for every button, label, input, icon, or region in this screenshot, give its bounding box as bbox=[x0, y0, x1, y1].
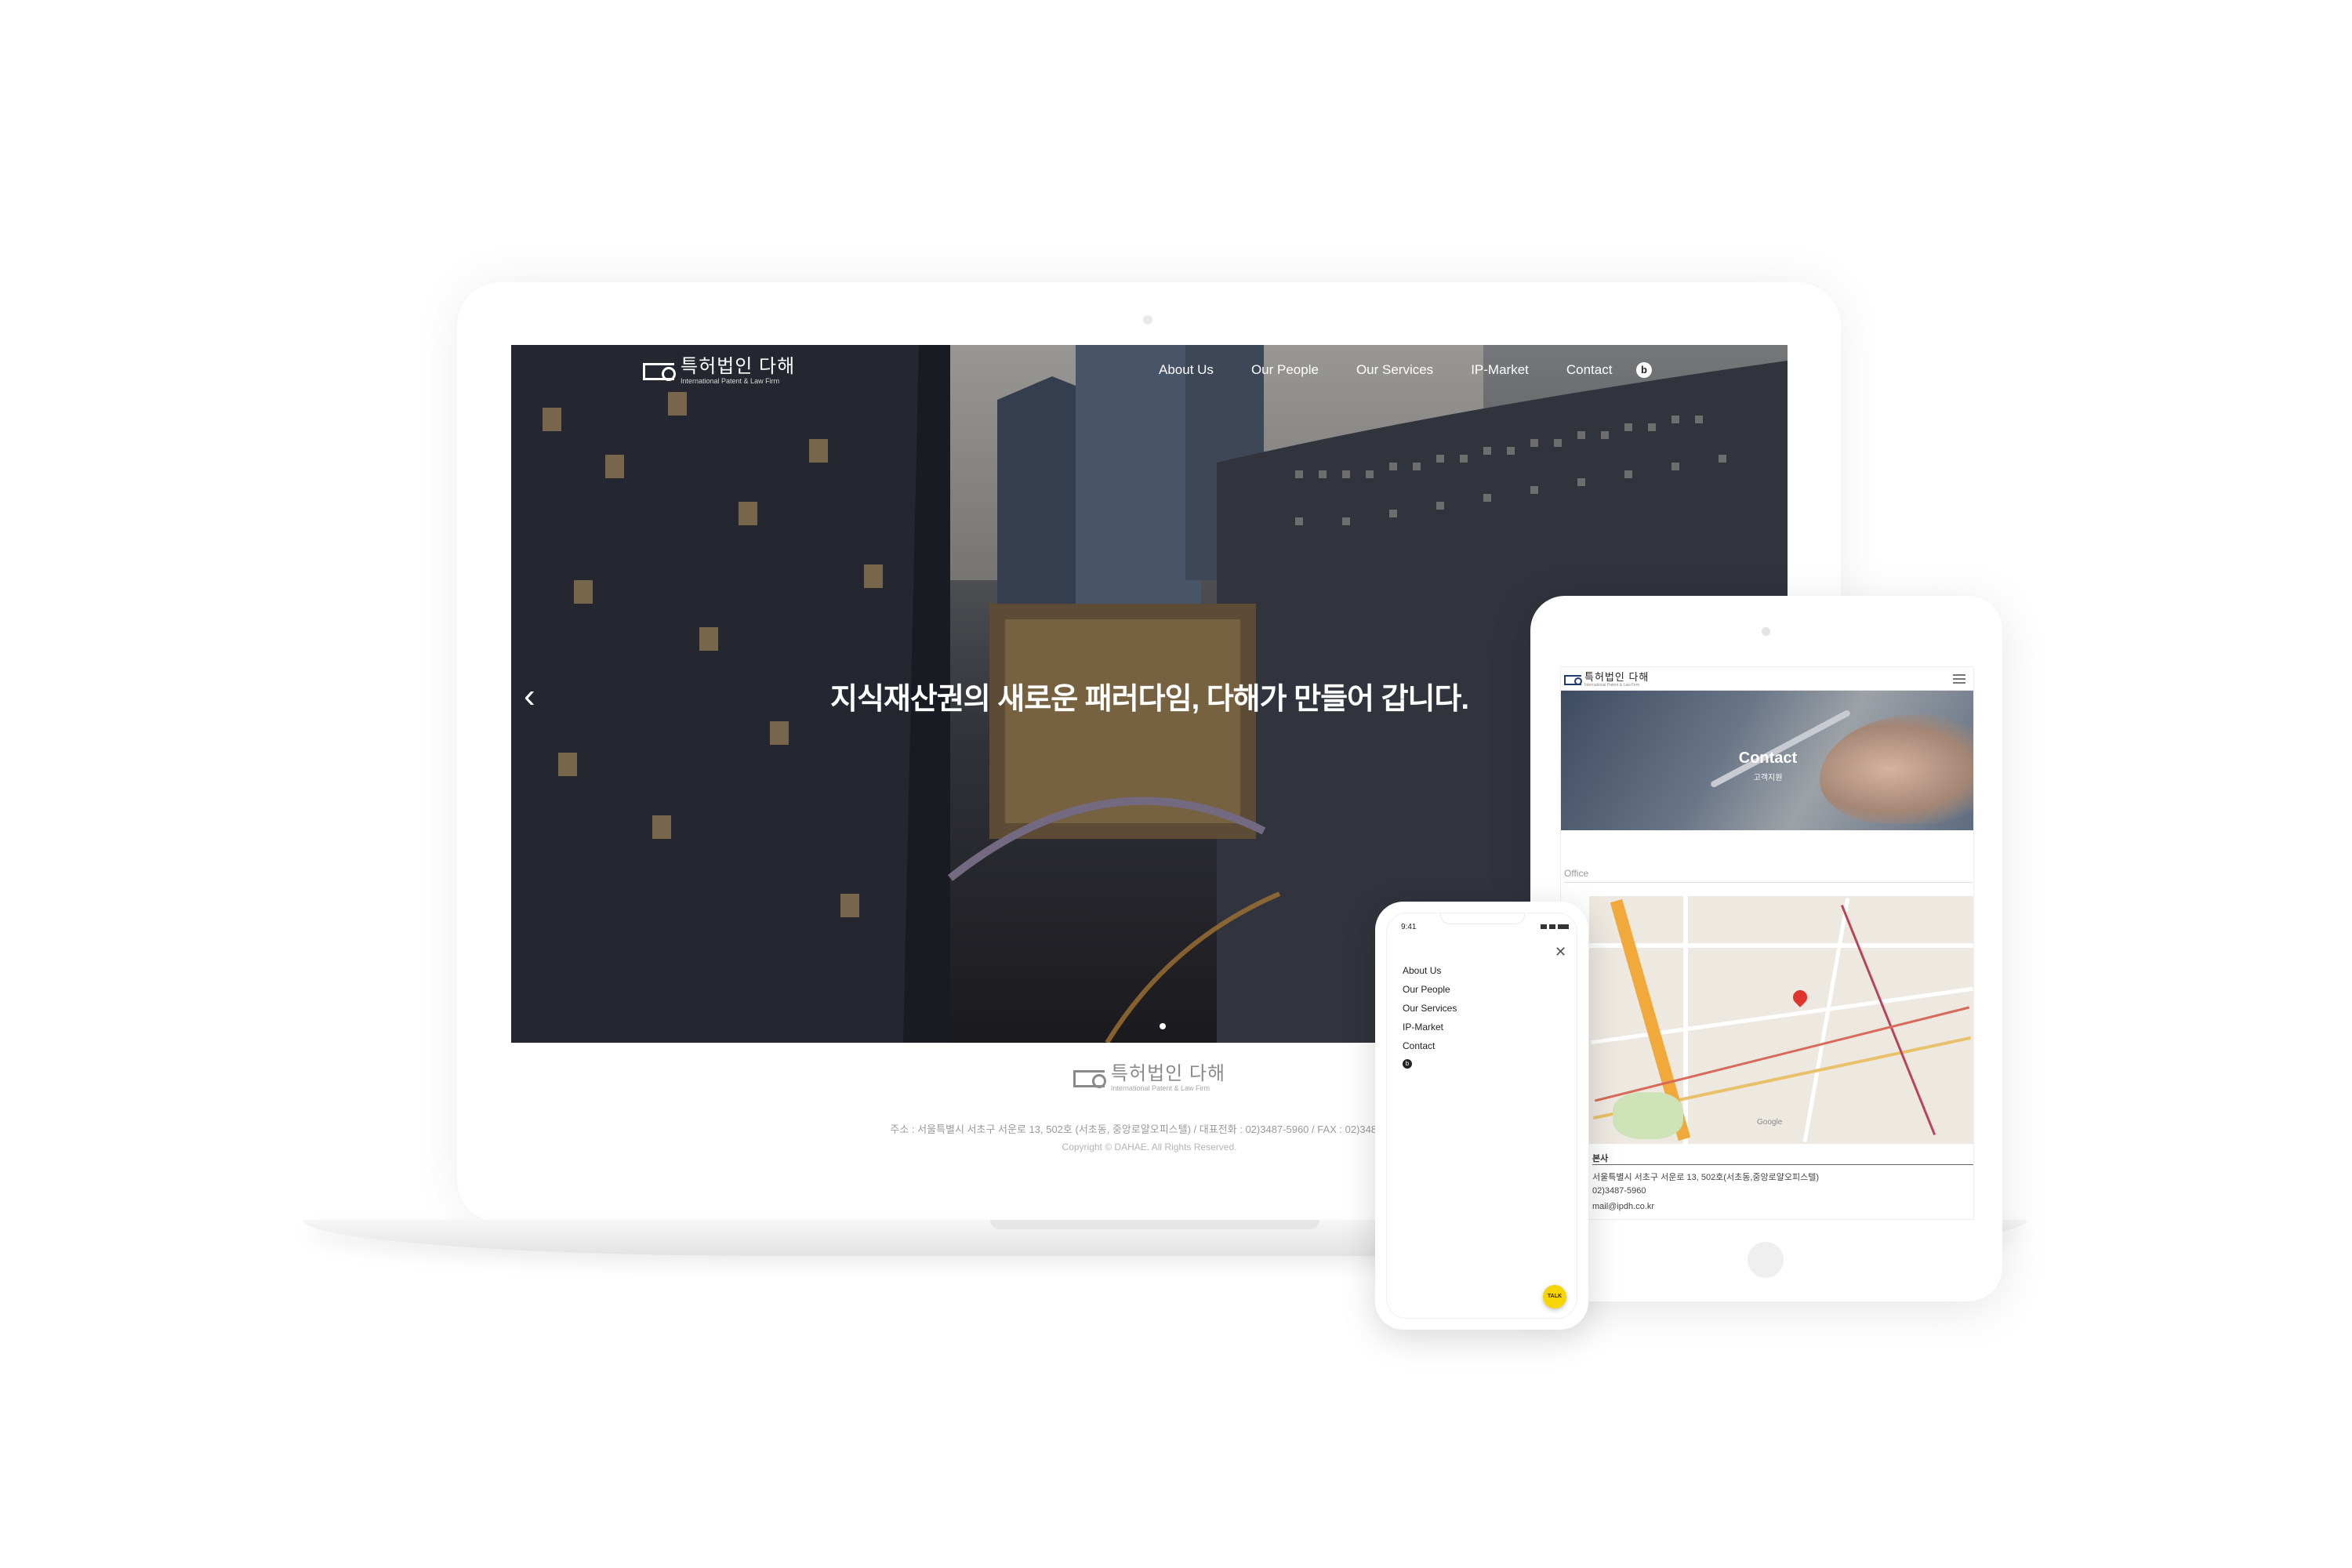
nav-contact[interactable]: Contact bbox=[1566, 362, 1613, 378]
mobile-menu: About Us Our People Our Services IP-Mark… bbox=[1403, 965, 1457, 1051]
footer-logo-name-kr: 특허법인 다해 bbox=[1110, 1063, 1226, 1084]
close-icon[interactable]: ✕ bbox=[1555, 945, 1566, 959]
kakao-talk-button[interactable]: TALK bbox=[1543, 1285, 1566, 1308]
tablet-logo[interactable]: 특허법인 다해 International Patent & Law Firm bbox=[1564, 672, 1649, 688]
office-address: 서울특별시 서초구 서운로 13, 502호(서초동,중앙로얄오피스텔) bbox=[1592, 1173, 1820, 1182]
tablet-logo-name-kr: 특허법인 다해 bbox=[1584, 671, 1650, 683]
battery-icon bbox=[1558, 924, 1569, 929]
mobile-blog-icon[interactable]: b bbox=[1403, 1059, 1412, 1069]
banner-subtitle: 고객지원 bbox=[1753, 774, 1783, 782]
wifi-icon bbox=[1549, 924, 1555, 929]
logo-name-kr: 특허법인 다해 bbox=[681, 356, 796, 377]
mobile-nav-contact[interactable]: Contact bbox=[1403, 1040, 1457, 1051]
hamburger-menu-icon[interactable] bbox=[1953, 674, 1965, 684]
nav-ip-market[interactable]: IP-Market bbox=[1471, 362, 1529, 378]
phone-notch bbox=[1440, 913, 1525, 924]
map-road bbox=[1589, 943, 1973, 948]
logo-mark-icon bbox=[643, 363, 676, 381]
mobile-nav-our-people[interactable]: Our People bbox=[1403, 984, 1457, 995]
map-park bbox=[1613, 1092, 1683, 1139]
footer-logo-mark-icon bbox=[1073, 1070, 1106, 1088]
contact-banner: Contact 고객지원 bbox=[1561, 691, 1973, 830]
nav-our-people[interactable]: Our People bbox=[1251, 362, 1319, 378]
nav-about-us[interactable]: About Us bbox=[1159, 362, 1214, 378]
nav-our-services[interactable]: Our Services bbox=[1356, 362, 1433, 378]
tablet-home-button bbox=[1748, 1242, 1784, 1278]
office-info-divider bbox=[1592, 1164, 1973, 1165]
laptop-camera bbox=[1143, 315, 1152, 325]
office-divider bbox=[1564, 882, 1972, 883]
slider-pagination-dot[interactable] bbox=[1160, 1023, 1166, 1029]
tablet-screen: 특허법인 다해 International Patent & Law Firm … bbox=[1560, 666, 1974, 1220]
site-header: 특허법인 다해 International Patent & Law Firm … bbox=[511, 345, 1788, 395]
office-phone: 02)3487-5960 bbox=[1592, 1186, 1646, 1196]
mobile-nav-ip-market[interactable]: IP-Market bbox=[1403, 1022, 1457, 1033]
mobile-nav-about-us[interactable]: About Us bbox=[1403, 965, 1457, 976]
tablet-camera bbox=[1762, 627, 1770, 636]
main-nav: About Us Our People Our Services IP-Mark… bbox=[1159, 362, 1612, 378]
tablet-header: 특허법인 다해 International Patent & Law Firm bbox=[1561, 667, 1973, 691]
mobile-nav-our-services[interactable]: Our Services bbox=[1403, 1003, 1457, 1014]
tablet-logo-mark-icon bbox=[1564, 675, 1582, 685]
phone-screen: 9:41 ✕ About Us Our People Our Services … bbox=[1386, 913, 1577, 1319]
logo-name-en: International Patent & Law Firm bbox=[681, 377, 780, 385]
map-road bbox=[1683, 896, 1688, 1144]
signal-icon bbox=[1541, 924, 1547, 929]
footer-logo-name-en: International Patent & Law Firm bbox=[1110, 1084, 1210, 1092]
map-pin-icon[interactable] bbox=[1790, 987, 1810, 1007]
office-email[interactable]: mail@ipdh.co.kr bbox=[1592, 1202, 1654, 1211]
office-info-title: 본사 bbox=[1592, 1154, 1609, 1163]
banner-hand-image bbox=[1820, 714, 1973, 824]
map-google-attribution: Google bbox=[1757, 1118, 1783, 1127]
banner-title: Contact bbox=[1738, 750, 1798, 767]
office-map[interactable]: + − bbox=[1589, 896, 1973, 1144]
status-icons bbox=[1541, 924, 1569, 929]
map-road bbox=[1802, 897, 1850, 1143]
office-section-label: Office bbox=[1564, 868, 1589, 879]
status-time: 9:41 bbox=[1401, 923, 1417, 931]
laptop-notch bbox=[990, 1220, 1319, 1229]
site-logo[interactable]: 특허법인 다해 International Patent & Law Firm bbox=[643, 356, 795, 387]
blog-icon[interactable]: b bbox=[1636, 362, 1652, 378]
tablet-logo-name-en: International Patent & Law Firm bbox=[1584, 683, 1640, 688]
